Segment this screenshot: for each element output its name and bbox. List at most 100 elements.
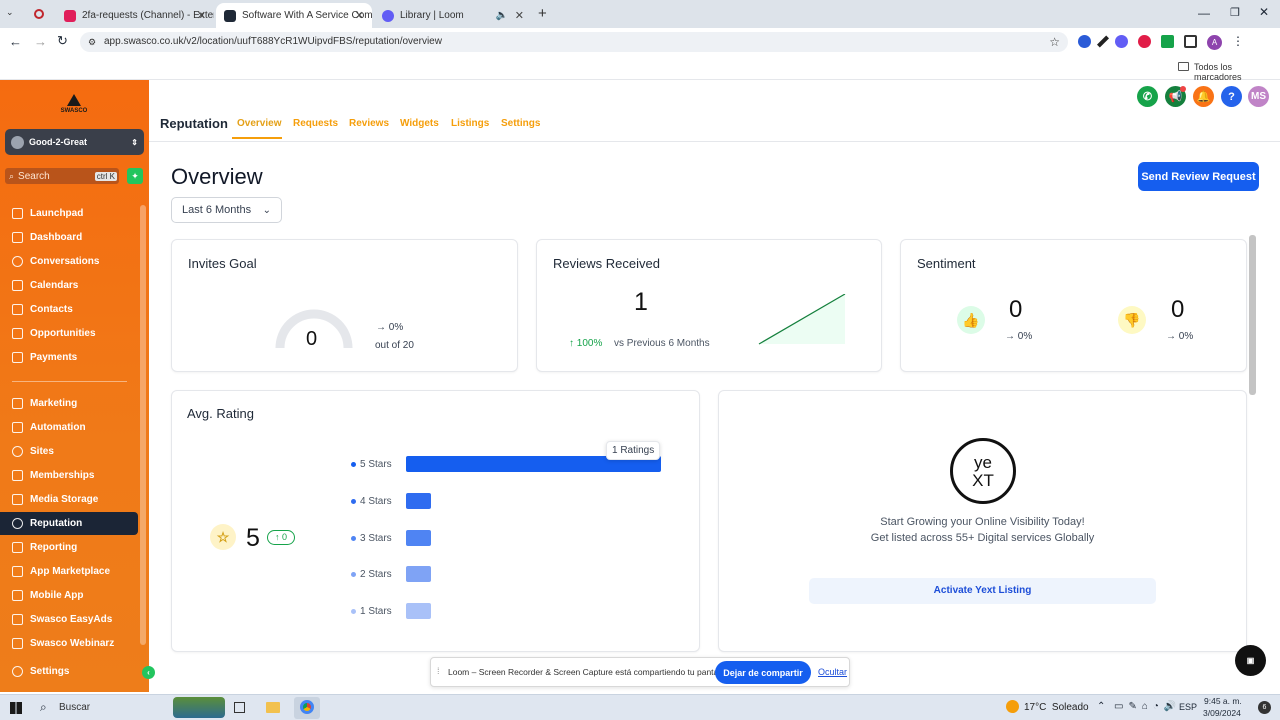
chat-widget-button[interactable]: ▣ xyxy=(1235,645,1266,676)
sidebar-item-webinarz[interactable]: Swasco Webinarz xyxy=(0,632,138,655)
activate-yext-button[interactable]: Activate Yext Listing xyxy=(809,578,1156,604)
rating-bar[interactable] xyxy=(406,603,431,619)
sidebar-item-contacts[interactable]: Contacts xyxy=(0,298,138,321)
tab-overview[interactable]: Overview xyxy=(237,118,281,129)
sidebar-item-opportunities[interactable]: Opportunities xyxy=(0,322,138,345)
tab-listings[interactable]: Listings xyxy=(451,118,489,129)
phone-icon[interactable]: ✆ xyxy=(1137,86,1158,107)
sidebar-item-payments[interactable]: Payments xyxy=(0,346,138,369)
close-tab-icon[interactable]: ✕ xyxy=(355,9,364,22)
windows-start-icon[interactable] xyxy=(10,702,22,714)
sidebar-item-conversations[interactable]: Conversations xyxy=(0,250,138,273)
tray-chevron-icon[interactable]: ⌃ xyxy=(1097,701,1105,712)
back-button[interactable]: ← xyxy=(9,34,22,49)
extensions-puzzle-icon[interactable] xyxy=(1184,35,1197,48)
url-field[interactable]: ⚙ app.swasco.co.uk/v2/location/uufT688Yc… xyxy=(80,32,1068,52)
rating-bar[interactable] xyxy=(406,530,431,546)
header-divider xyxy=(149,141,1280,142)
browser-menu-icon[interactable]: ⋮ xyxy=(1232,35,1244,50)
avatar[interactable]: MS xyxy=(1248,86,1269,107)
profile-icon[interactable]: A xyxy=(1207,35,1222,50)
yext-line-2: Get listed across 55+ Digital services G… xyxy=(870,532,1095,544)
maximize-button[interactable]: ❐ xyxy=(1230,6,1240,19)
search-input[interactable]: ⌕ Search ctrl K xyxy=(5,168,119,184)
close-tab-icon[interactable]: ✕ xyxy=(515,9,524,22)
task-view-icon[interactable] xyxy=(234,702,245,713)
reload-button[interactable]: ↻ xyxy=(57,33,68,49)
logo-mark-icon xyxy=(67,94,81,106)
legend-dot xyxy=(351,571,356,577)
yext-logo: ye XT xyxy=(950,438,1016,504)
sidebar-item-app-marketplace[interactable]: App Marketplace xyxy=(0,560,138,583)
sidebar-scrollbar[interactable] xyxy=(140,205,146,645)
bell-icon[interactable]: 🔔 xyxy=(1193,86,1214,107)
send-review-request-button[interactable]: Send Review Request xyxy=(1138,162,1259,191)
tab-reviews[interactable]: Reviews xyxy=(349,118,389,129)
sidebar-item-reputation[interactable]: Reputation xyxy=(0,512,138,535)
collapse-sidebar-button[interactable]: ‹ xyxy=(142,666,155,679)
hide-button[interactable]: Ocultar xyxy=(818,667,847,677)
language-indicator[interactable]: ESP xyxy=(1179,702,1197,712)
invites-goal-title: Invites Goal xyxy=(188,256,257,271)
taskbar-search[interactable]: Buscar xyxy=(59,702,90,713)
rating-bar[interactable] xyxy=(406,566,431,582)
site-info-icon[interactable]: ⚙ xyxy=(88,32,96,52)
sidebar-item-settings[interactable]: Settings xyxy=(0,660,138,683)
marketplace-icon xyxy=(12,566,23,577)
tab-widgets[interactable]: Widgets xyxy=(400,118,439,129)
forward-button[interactable]: → xyxy=(34,34,47,49)
all-bookmarks-link[interactable]: Todos los marcadores xyxy=(1194,62,1280,82)
drag-handle-icon[interactable]: ⁞ xyxy=(437,666,440,676)
file-explorer-icon[interactable] xyxy=(266,702,280,713)
weather-text[interactable]: 17°C Soleado xyxy=(1024,702,1089,713)
record-icon[interactable] xyxy=(34,9,44,19)
notifications-icon[interactable]: 6 xyxy=(1258,701,1271,714)
sidebar-item-automation[interactable]: Automation xyxy=(0,416,138,439)
sidebar-item-calendars[interactable]: Calendars xyxy=(0,274,138,297)
period-dropdown[interactable]: Last 6 Months ⌄ xyxy=(171,197,282,223)
tray-icons[interactable]: ▭✎⌂◔🔊 xyxy=(1114,701,1181,712)
tab-list-button[interactable]: ⌄ xyxy=(6,7,20,21)
active-tab-underline xyxy=(232,137,282,139)
sidebar-item-mobile-app[interactable]: Mobile App xyxy=(0,584,138,607)
help-icon[interactable]: ? xyxy=(1221,86,1242,107)
clock-time[interactable]: 9:45 a. m. xyxy=(1204,696,1242,706)
account-switcher[interactable]: Good-2-Great ⇕ xyxy=(5,129,144,155)
extension-5-icon[interactable] xyxy=(1161,35,1174,48)
tab-2fa-requests[interactable]: 2fa-requests (Channel) - Extend ✕ xyxy=(56,3,214,28)
sidebar-item-sites[interactable]: Sites xyxy=(0,440,138,463)
sidebar-item-launchpad[interactable]: Launchpad xyxy=(0,202,138,225)
clock-date[interactable]: 3/09/2024 xyxy=(1203,708,1241,718)
extension-2-icon[interactable] xyxy=(1096,35,1110,48)
rating-change-badge: ↑ 0 xyxy=(267,530,295,545)
sidebar-item-media-storage[interactable]: Media Storage xyxy=(0,488,138,511)
sidebar-item-easyads[interactable]: Swasco EasyAds xyxy=(0,608,138,631)
rating-bar[interactable] xyxy=(406,493,431,509)
content-scrollbar[interactable] xyxy=(1249,235,1256,395)
bookmark-star-icon[interactable]: ☆ xyxy=(1049,32,1060,52)
loom-message: Loom – Screen Recorder & Screen Capture … xyxy=(448,667,730,677)
sidebar-item-memberships[interactable]: Memberships xyxy=(0,464,138,487)
sidebar-item-marketing[interactable]: Marketing xyxy=(0,392,138,415)
window-close-button[interactable]: ✕ xyxy=(1259,5,1269,19)
extension-4-icon[interactable] xyxy=(1138,35,1151,48)
minimize-button[interactable]: — xyxy=(1198,6,1210,20)
star-icon: ☆ xyxy=(210,524,236,550)
close-tab-icon[interactable]: ✕ xyxy=(197,9,206,22)
sidebar-item-reporting[interactable]: Reporting xyxy=(0,536,138,559)
quick-action-button[interactable]: ✦ xyxy=(127,168,143,184)
extension-icons: A ⋮ xyxy=(1078,35,1244,50)
tab-settings[interactable]: Settings xyxy=(501,118,540,129)
tab-software-service[interactable]: Software With A Service Comp ✕ xyxy=(216,3,372,28)
rating-bar-label: 2 Stars xyxy=(360,568,392,580)
taskbar-search-icon: ⌕ xyxy=(40,700,47,714)
avg-rating-value: 5 xyxy=(246,524,260,552)
tab-loom[interactable]: Library | Loom 🔈 ✕ xyxy=(374,3,532,28)
sidebar-item-dashboard[interactable]: Dashboard xyxy=(0,226,138,249)
new-tab-button[interactable]: + xyxy=(538,5,547,22)
extension-3-icon[interactable] xyxy=(1115,35,1128,48)
tab-requests[interactable]: Requests xyxy=(293,118,338,129)
stop-sharing-button[interactable]: Dejar de compartir xyxy=(715,661,811,684)
extension-1-icon[interactable] xyxy=(1078,35,1091,48)
mute-icon[interactable]: 🔈 xyxy=(496,10,508,21)
